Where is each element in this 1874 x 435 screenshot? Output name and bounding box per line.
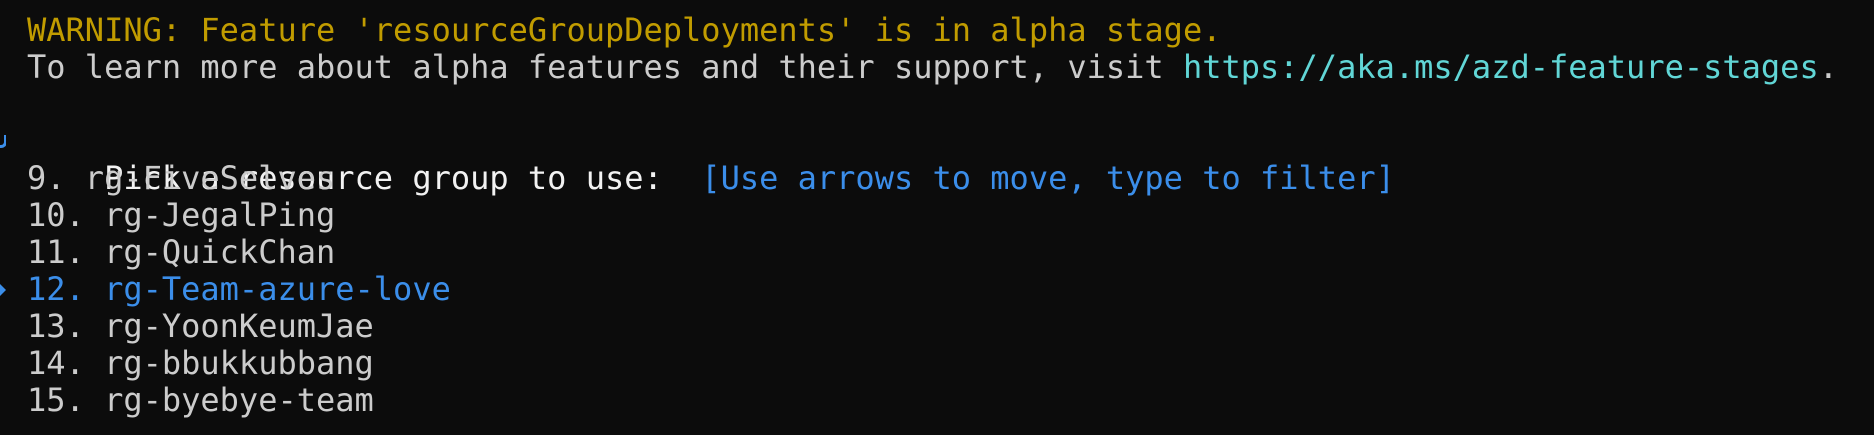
option-item[interactable]: 11. rg-QuickChan [27,234,1874,271]
option-label: 10. rg-JegalPing [27,196,336,234]
option-item[interactable]: 15. rg-byebye-team [27,382,1874,419]
option-label: 15. rg-byebye-team [27,381,374,419]
option-label: 11. rg-QuickChan [27,233,336,271]
option-item-selected[interactable]: 12. rg-Team-azure-love [0,270,1874,308]
option-item[interactable]: 9. rg-FiveSelves [27,160,1874,197]
option-label: 14. rg-bbukkubbang [27,344,374,382]
feature-stages-link[interactable]: https://aka.ms/azd-feature-stages [1183,48,1819,86]
alpha-info-text: To learn more about alpha features and t… [27,48,1183,86]
option-item[interactable]: 14. rg-bbukkubbang [27,345,1874,382]
terminal-window: WARNING: Feature 'resourceGroupDeploymen… [0,11,1874,435]
option-label: 12. rg-Team-azure-love [27,270,451,308]
alpha-info-period: . [1818,48,1838,86]
option-item[interactable]: 13. rg-YoonKeumJae [27,308,1874,345]
option-label: 9. rg-FiveSelves [27,159,336,197]
prompt-line: Pick a resource group to use: [Use arrow… [0,123,1874,197]
warning-line: WARNING: Feature 'resourceGroupDeploymen… [27,11,1222,49]
alpha-info-line: To learn more about alpha features and t… [27,49,1874,86]
selection-cursor-icon [0,284,6,296]
option-item[interactable]: 10. rg-JegalPing [27,197,1874,234]
question-mark-icon [0,123,6,160]
option-label: 13. rg-YoonKeumJae [27,307,374,345]
